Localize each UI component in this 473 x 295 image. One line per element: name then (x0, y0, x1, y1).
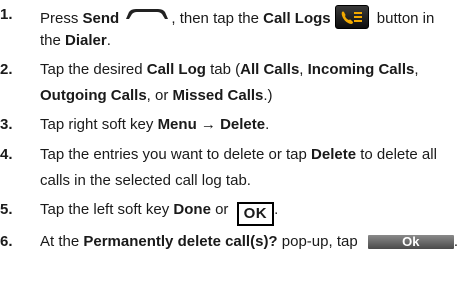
step-text: Tap the entries you want to delete or ta… (40, 146, 437, 189)
step-number: 4. (0, 146, 13, 163)
call-logs-button[interactable] (334, 5, 369, 29)
step-number: 2. (0, 61, 13, 78)
ok-key[interactable]: OK (236, 202, 275, 226)
step-number: 3. (0, 116, 13, 133)
step-number: 6. (0, 233, 13, 250)
call-logs-label: Call Logs (263, 10, 331, 27)
delete-label: Delete (220, 116, 266, 133)
send-key-label: Send (82, 10, 120, 27)
step-text: At the Permanently delete call(s)? pop-u… (40, 233, 459, 250)
send-key-icon (126, 9, 169, 19)
delete-label: Delete (311, 146, 357, 163)
call-logs-icon (341, 11, 362, 24)
dialer-label: Dialer (65, 32, 107, 49)
step-number: 5. (0, 201, 13, 218)
step-number: 1. (0, 6, 13, 23)
step-text: Press Send , then tap the Call Logs butt… (40, 5, 472, 50)
arrow-icon: → (196, 116, 221, 133)
done-label: Done (173, 201, 211, 218)
menu-label: Menu (157, 116, 197, 133)
step-text: Tap the desired Call Log tab (All Calls,… (40, 61, 419, 104)
popup-title-label: Permanently delete call(s)? (83, 233, 278, 250)
ok-button[interactable]: Ok (367, 235, 454, 249)
step-text: Tap the left soft key Done or OK. (40, 200, 472, 226)
step-text: Tap right soft key Menu → Delete. (40, 116, 270, 133)
